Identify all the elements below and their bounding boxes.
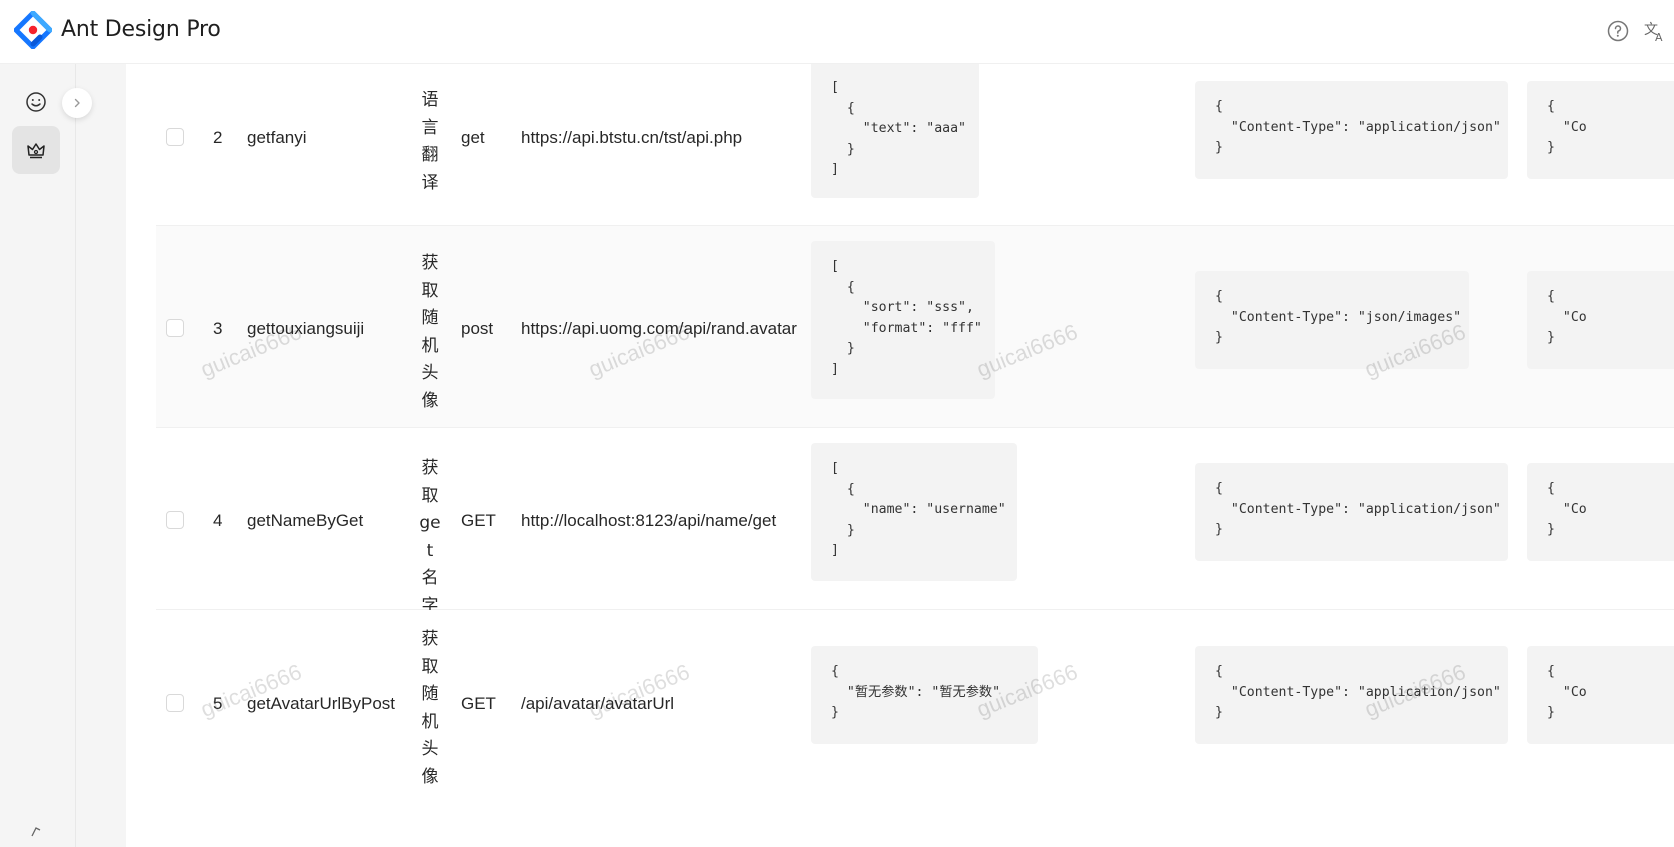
- row-checkbox[interactable]: [166, 319, 184, 337]
- sidebar-collapse-button[interactable]: [62, 88, 92, 118]
- response-header-code: { "Co }: [1527, 81, 1674, 179]
- request-params-code: [ { "text": "aaa" } ]: [811, 64, 979, 198]
- row-url: http://localhost:8123/api/name/get: [521, 511, 777, 530]
- row-url: https://api.uomg.com/api/rand.avatar: [521, 319, 797, 338]
- response-header-code: { "Co }: [1527, 646, 1674, 744]
- interface-table: 2 getfanyi 语言翻译 get https://api.btstu.cn…: [126, 64, 1674, 847]
- row-checkbox[interactable]: [166, 511, 184, 529]
- chevron-right-icon: [74, 98, 80, 108]
- row-method: get: [461, 128, 485, 147]
- row-description: 获取随机头像: [421, 629, 439, 787]
- table-row[interactable]: 3 gettouxiangsuiji 获取随机头像 post https://a…: [156, 226, 1674, 428]
- row-id: 3: [213, 319, 223, 338]
- table-row[interactable]: 2 getfanyi 语言翻译 get https://api.btstu.cn…: [156, 64, 1674, 226]
- row-id: 4: [213, 511, 223, 530]
- svg-text:A: A: [1655, 31, 1663, 43]
- response-header-code: { "Co }: [1527, 271, 1674, 369]
- row-checkbox[interactable]: [166, 694, 184, 712]
- row-name: getNameByGet: [247, 511, 364, 530]
- row-method: GET: [461, 511, 496, 530]
- row-description: 获取get名字: [419, 458, 441, 616]
- request-header-code: { "Content-Type": "application/json" }: [1195, 646, 1508, 744]
- smile-icon: [26, 92, 46, 112]
- request-params-code: [ { "name": "username" } ]: [811, 443, 1017, 581]
- request-header-code: { "Content-Type": "application/json" }: [1195, 81, 1508, 179]
- row-method: GET: [461, 694, 496, 713]
- app-title[interactable]: Ant Design Pro: [61, 17, 221, 42]
- row-method: post: [461, 319, 494, 338]
- table-row[interactable]: 4 getNameByGet 获取get名字 GET http://localh…: [156, 428, 1674, 616]
- row-description: 获取随机头像: [421, 253, 439, 411]
- crown-icon: [27, 143, 45, 159]
- request-header-code: { "Content-Type": "json/images" }: [1195, 271, 1469, 369]
- row-id: 5: [213, 694, 223, 713]
- question-circle-icon[interactable]: [1606, 19, 1630, 43]
- row-description: 语言翻译: [421, 90, 439, 193]
- row-name: getAvatarUrlByPost: [247, 694, 396, 713]
- request-params-code: [ { "sort": "sss", "format": "fff" } ]: [811, 241, 995, 399]
- sidebar-item-admin[interactable]: [12, 126, 60, 174]
- ant-design-logo-icon[interactable]: [14, 11, 52, 49]
- row-name: getfanyi: [247, 128, 307, 147]
- row-url: /api/avatar/avatarUrl: [521, 694, 675, 713]
- sidebar-item-welcome[interactable]: [12, 78, 60, 126]
- row-id: 2: [213, 128, 223, 147]
- top-header: Ant Design Pro 文 A: [0, 0, 1674, 64]
- row-checkbox[interactable]: [166, 128, 184, 146]
- table-row[interactable]: 5 getAvatarUrlByPost 获取随机头像 GET /api/ava…: [156, 610, 1674, 847]
- side-menu: [0, 64, 76, 847]
- response-header-code: { "Co }: [1527, 463, 1674, 561]
- translation-icon[interactable]: 文 A: [1643, 19, 1667, 43]
- request-header-code: { "Content-Type": "application/json" }: [1195, 463, 1508, 561]
- collapse-menu-icon[interactable]: [28, 822, 44, 838]
- row-url: https://api.btstu.cn/tst/api.php: [521, 128, 743, 147]
- request-params-code: { "暂无参数": "暂无参数" }: [811, 646, 1038, 744]
- row-name: gettouxiangsuiji: [247, 319, 365, 338]
